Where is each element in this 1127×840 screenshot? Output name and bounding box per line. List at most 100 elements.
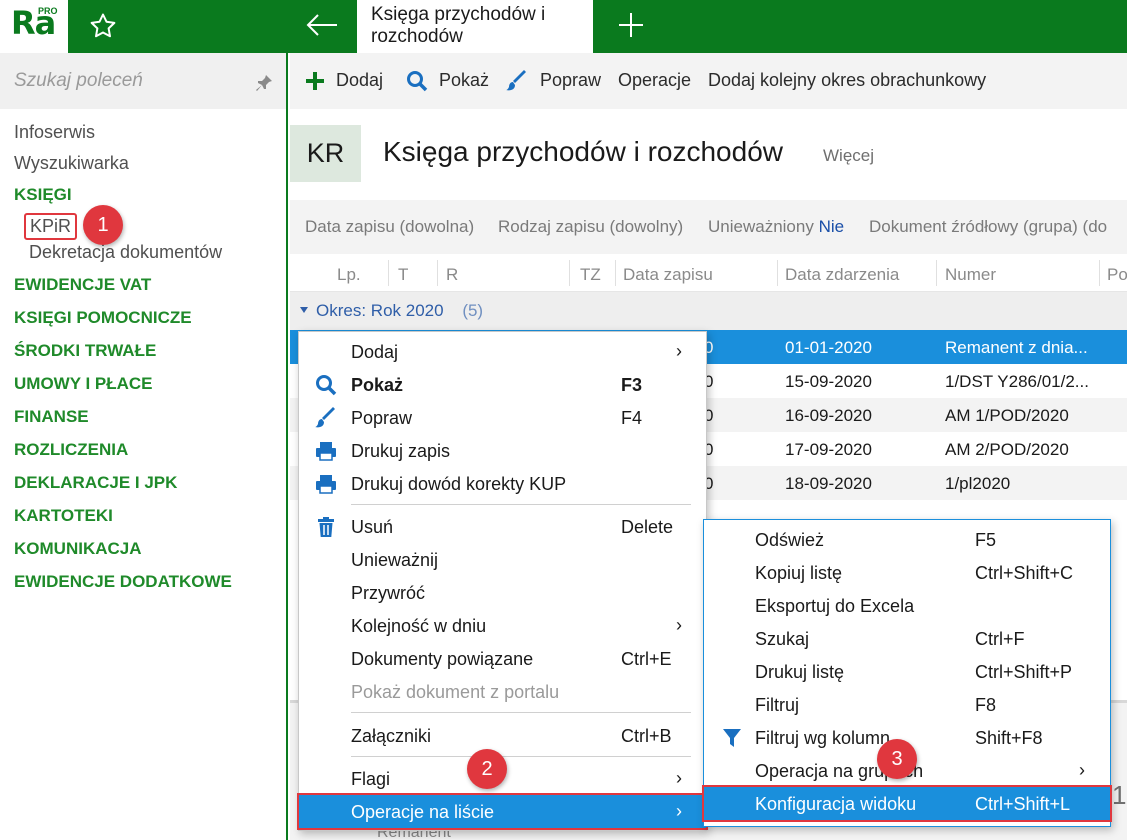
menu-item-kolejnosc[interactable]: Kolejność w dniu › bbox=[299, 609, 706, 642]
filter-date[interactable]: Data zapisu (dowolna) bbox=[305, 217, 474, 237]
menu-item-shortcut: Delete bbox=[621, 517, 674, 537]
menu-item-label: Przywróć bbox=[351, 583, 426, 603]
sidebar-section-kartoteki[interactable]: KARTOTEKI bbox=[14, 506, 113, 526]
menu-item-zalaczniki[interactable]: Załączniki Ctrl+B bbox=[299, 719, 706, 752]
menu-item-shortcut: F3 bbox=[621, 375, 643, 395]
menu-item-label: Operacje na liście bbox=[351, 802, 495, 822]
sidebar-section-umowy-i-place[interactable]: UMOWY I PŁACE bbox=[14, 374, 153, 394]
grid-header: Lp. T R TZ Data zapisu Data zdarzenia Nu… bbox=[290, 254, 1127, 292]
column-po[interactable]: Po bbox=[1107, 265, 1127, 285]
submenu-item-odswiez[interactable]: Odśwież F5 bbox=[704, 523, 1110, 556]
tab-kpir[interactable]: Księga przychodów i rozchodów bbox=[357, 0, 593, 53]
command-search-input[interactable] bbox=[14, 70, 234, 92]
sidebar-section-finanse[interactable]: FINANSE bbox=[14, 407, 89, 427]
toolbar: Dodaj Pokaż Popraw Operacje Dodaj kolejn… bbox=[290, 53, 1127, 109]
column-numer[interactable]: Numer bbox=[945, 265, 996, 285]
menu-item-label: Dodaj bbox=[351, 342, 399, 362]
submenu-item-shortcut: F5 bbox=[975, 530, 997, 550]
menu-item-label: Popraw bbox=[351, 408, 413, 428]
column-t[interactable]: T bbox=[398, 265, 408, 285]
submenu-item-konfiguracja-widoku[interactable]: Konfiguracja widoku Ctrl+Shift+L bbox=[702, 785, 1112, 822]
submenu-item-filtruj[interactable]: Filtruj F8 bbox=[704, 688, 1110, 721]
menu-item-operacje-na-liscie[interactable]: Operacje na liście › bbox=[297, 793, 708, 830]
menu-item-drukuj-dowod[interactable]: Drukuj dowód korekty KUP bbox=[299, 467, 706, 500]
sidebar-item-kpir[interactable]: KPiR bbox=[24, 213, 78, 240]
group-row-period[interactable]: Okres: Rok 2020 (5) bbox=[290, 292, 1127, 330]
filter-void[interactable]: Unieważniony Nie bbox=[708, 217, 844, 237]
back-arrow-icon[interactable] bbox=[305, 12, 339, 38]
submenu-item-label: Filtruj bbox=[755, 695, 799, 715]
column-tz[interactable]: TZ bbox=[580, 265, 601, 285]
column-data-zapisu[interactable]: Data zapisu bbox=[623, 265, 713, 285]
top-bar: Ra PRO Księga przychodów i rozchodów bbox=[0, 0, 1127, 53]
edit-brush-icon bbox=[506, 70, 526, 91]
filter-type[interactable]: Rodzaj zapisu (dowolny) bbox=[498, 217, 683, 237]
sidebar: Infoserwis Wyszukiwarka KSIĘGI KPiR Dekr… bbox=[0, 53, 288, 840]
app-logo[interactable]: Ra PRO bbox=[0, 0, 68, 53]
submenu-item-shortcut: Ctrl+Shift+C bbox=[975, 563, 1074, 583]
menu-item-drukuj-zapis[interactable]: Drukuj zapis bbox=[299, 434, 706, 467]
sidebar-section-ewidencje-vat[interactable]: EWIDENCJE VAT bbox=[14, 275, 151, 295]
sidebar-section-komunikacja[interactable]: KOMUNIKACJA bbox=[14, 539, 142, 559]
submenu-chevron-icon: › bbox=[1079, 760, 1085, 780]
sidebar-item-wyszukiwarka[interactable]: Wyszukiwarka bbox=[14, 153, 129, 174]
operations-button[interactable]: Operacje bbox=[618, 70, 691, 91]
sidebar-section-rozliczenia[interactable]: ROZLICZENIA bbox=[14, 440, 128, 460]
edit-brush-icon bbox=[315, 407, 335, 428]
submenu-chevron-icon: › bbox=[676, 341, 682, 361]
favorite-star-icon[interactable] bbox=[88, 11, 118, 41]
group-count: (5) bbox=[462, 301, 484, 320]
menu-item-dokumenty-powiazane[interactable]: Dokumenty powiązane Ctrl+E bbox=[299, 642, 706, 675]
sidebar-section-ksiegi-pomocnicze[interactable]: KSIĘGI POMOCNICZE bbox=[14, 308, 192, 328]
column-divider bbox=[936, 260, 937, 286]
cell-event-date: 16-09-2020 bbox=[785, 406, 872, 425]
step-badge-1: 1 bbox=[83, 205, 123, 245]
menu-item-usun[interactable]: Usuń Delete bbox=[299, 510, 706, 543]
submenu-chevron-icon: › bbox=[676, 801, 682, 821]
menu-item-pokaz-z-portalu: Pokaż dokument z portalu bbox=[299, 675, 706, 708]
column-r[interactable]: R bbox=[446, 265, 458, 285]
command-search bbox=[0, 53, 286, 109]
submenu-item-eksportuj[interactable]: Eksportuj do Excela bbox=[704, 589, 1110, 622]
add-button[interactable]: Dodaj bbox=[336, 70, 383, 91]
submenu-item-shortcut: Ctrl+Shift+L bbox=[975, 794, 1071, 814]
submenu-item-drukuj-liste[interactable]: Drukuj listę Ctrl+Shift+P bbox=[704, 655, 1110, 688]
cell-number: 1/pl2020 bbox=[945, 474, 1011, 493]
menu-item-przywroc[interactable]: Przywróć bbox=[299, 576, 706, 609]
more-link[interactable]: Więcej bbox=[823, 146, 874, 166]
collapse-triangle-icon[interactable] bbox=[300, 307, 308, 313]
sidebar-section-srodki-trwale[interactable]: ŚRODKI TRWAŁE bbox=[14, 341, 156, 361]
menu-item-popraw[interactable]: Popraw F4 bbox=[299, 401, 706, 434]
show-button[interactable]: Pokaż bbox=[439, 70, 489, 91]
sidebar-section-deklaracje-i-jpk[interactable]: DEKLARACJE I JPK bbox=[14, 473, 177, 493]
pin-icon[interactable] bbox=[254, 73, 274, 93]
column-lp[interactable]: Lp. bbox=[337, 265, 361, 285]
submenu-item-kopiuj-liste[interactable]: Kopiuj listę Ctrl+Shift+C bbox=[704, 556, 1110, 589]
column-divider bbox=[569, 260, 570, 286]
group-label-value: Rok 2020 bbox=[370, 301, 444, 320]
sidebar-section-ksiegi[interactable]: KSIĘGI bbox=[14, 185, 72, 205]
menu-item-dodaj[interactable]: Dodaj › bbox=[299, 335, 706, 368]
submenu-chevron-icon: › bbox=[676, 615, 682, 635]
group-label: Okres: Rok 2020 (5) bbox=[316, 301, 483, 321]
add-plus-icon bbox=[306, 72, 324, 90]
cell-number: 1/DST Y286/01/2... bbox=[945, 372, 1089, 391]
edit-button[interactable]: Popraw bbox=[540, 70, 601, 91]
sidebar-item-dekretacja[interactable]: Dekretacja dokumentów bbox=[29, 242, 222, 263]
sidebar-item-infoserwis[interactable]: Infoserwis bbox=[14, 122, 95, 143]
menu-item-pokaz[interactable]: Pokaż F3 bbox=[299, 368, 706, 401]
menu-item-shortcut: F4 bbox=[621, 408, 643, 428]
add-period-button[interactable]: Dodaj kolejny okres obrachunkowy bbox=[708, 70, 986, 91]
menu-item-label: Pokaż dokument z portalu bbox=[351, 682, 560, 702]
filter-void-label: Unieważniony bbox=[708, 217, 814, 236]
sidebar-section-ewidencje-dodatkowe[interactable]: EWIDENCJE DODATKOWE bbox=[14, 572, 232, 592]
submenu-item-label: Kopiuj listę bbox=[755, 563, 843, 583]
submenu-item-szukaj[interactable]: Szukaj Ctrl+F bbox=[704, 622, 1110, 655]
column-data-zdarzenia[interactable]: Data zdarzenia bbox=[785, 265, 899, 285]
menu-item-uniewaznij[interactable]: Unieważnij bbox=[299, 543, 706, 576]
new-tab-plus-icon[interactable] bbox=[617, 11, 645, 39]
submenu-item-shortcut: Shift+F8 bbox=[975, 728, 1043, 748]
menu-item-label: Unieważnij bbox=[351, 550, 439, 570]
filter-source[interactable]: Dokument źródłowy (grupa) (do bbox=[869, 217, 1107, 237]
menu-item-label: Pokaż bbox=[351, 375, 404, 395]
